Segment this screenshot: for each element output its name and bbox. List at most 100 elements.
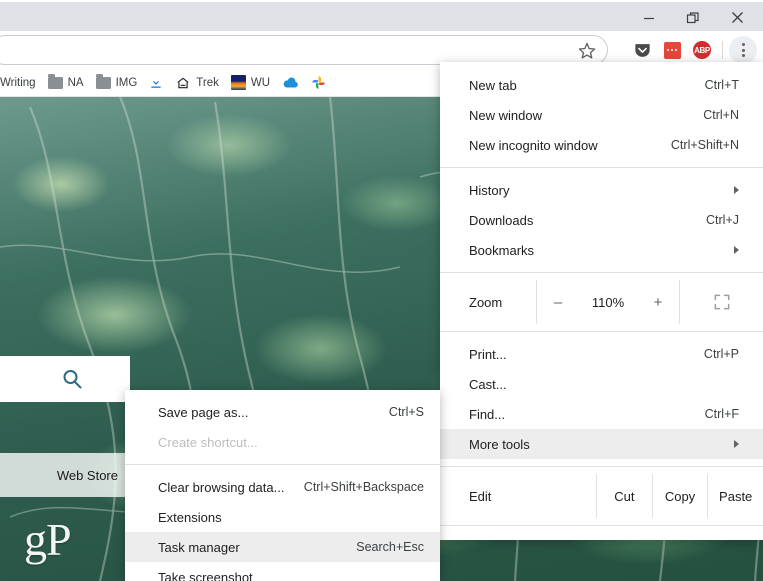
bookmark-label: Writing xyxy=(0,76,36,89)
submenu-item-save-page-as[interactable]: Save page as... Ctrl+S xyxy=(125,397,440,427)
bookmark-wu[interactable]: WU xyxy=(225,72,276,94)
menu-item-shortcut: Ctrl+P xyxy=(703,347,739,361)
zoom-in-button[interactable]: + xyxy=(638,294,678,311)
menu-item-label: Downloads xyxy=(469,212,534,228)
menu-item-label: Bookmarks xyxy=(469,242,535,258)
address-bar[interactable] xyxy=(0,35,608,65)
menu-item-new-tab[interactable]: New tab Ctrl+T xyxy=(440,70,763,100)
menu-item-shortcut: Ctrl+T xyxy=(704,78,739,92)
adblock-plus-label: ABP xyxy=(693,41,711,59)
chevron-right-icon xyxy=(734,246,739,254)
bookmark-label: Trek xyxy=(196,76,219,89)
submenu-item-label: Save page as... xyxy=(158,404,249,420)
menu-divider xyxy=(440,466,763,467)
edit-row: Edit Cut Copy Paste xyxy=(440,474,763,518)
menu-divider xyxy=(440,272,763,273)
restore-button[interactable] xyxy=(671,3,715,33)
menu-item-shortcut: Ctrl+J xyxy=(706,213,739,227)
menu-divider xyxy=(440,167,763,168)
bookmark-download[interactable] xyxy=(143,72,169,94)
web-store-label: Web Store xyxy=(56,467,118,483)
bookmark-label: WU xyxy=(250,76,271,89)
fullscreen-icon xyxy=(714,294,729,310)
bookmark-google-photos[interactable] xyxy=(305,72,332,94)
adblock-plus-icon[interactable]: ABP xyxy=(688,36,716,64)
zoom-out-button[interactable]: – xyxy=(538,294,578,311)
cut-button[interactable]: Cut xyxy=(596,474,652,518)
submenu-item-extensions[interactable]: Extensions xyxy=(125,502,440,532)
menu-item-label: New incognito window xyxy=(469,137,598,153)
chrome-main-menu: New tab Ctrl+T New window Ctrl+N New inc… xyxy=(440,62,763,540)
toolbar-divider xyxy=(722,41,723,59)
zoom-level-value: 110% xyxy=(591,294,625,310)
bookmark-folder-na[interactable]: NA xyxy=(42,72,90,94)
folder-icon xyxy=(47,74,63,89)
zoom-row: Zoom – 110% + xyxy=(440,280,763,324)
submenu-item-label: Take screenshot xyxy=(158,569,253,581)
submenu-item-label: Create shortcut... xyxy=(158,434,258,450)
menu-item-shortcut: Ctrl+N xyxy=(703,108,739,122)
submenu-item-label: Clear browsing data... xyxy=(158,479,285,495)
menu-item-new-window[interactable]: New window Ctrl+N xyxy=(440,100,763,130)
menu-item-new-incognito-window[interactable]: New incognito window Ctrl+Shift+N xyxy=(440,130,763,160)
menu-item-shortcut: Ctrl+F xyxy=(704,407,739,421)
submenu-item-label: Task manager xyxy=(158,539,240,555)
zoom-label: Zoom xyxy=(469,294,503,310)
close-button[interactable] xyxy=(715,3,759,33)
submenu-item-shortcut: Ctrl+Shift+Backspace xyxy=(303,480,424,494)
menu-item-print[interactable]: Print... Ctrl+P xyxy=(440,339,763,369)
menu-item-history[interactable]: History xyxy=(440,175,763,205)
red-extension-icon[interactable] xyxy=(658,36,686,64)
browser-window: ABP Writing NA IMG Trek WU Web Store gP … xyxy=(0,0,763,581)
house-icon xyxy=(177,77,189,88)
menu-item-label: More tools xyxy=(469,436,530,452)
bookmark-star-icon[interactable] xyxy=(577,41,597,61)
menu-item-label: Print... xyxy=(469,346,507,362)
submenu-item-create-shortcut: Create shortcut... xyxy=(125,427,440,457)
search-box[interactable] xyxy=(0,356,130,402)
paste-button[interactable]: Paste xyxy=(707,474,763,518)
menu-item-cast[interactable]: Cast... xyxy=(440,369,763,399)
onedrive-cloud-icon xyxy=(283,77,298,88)
chevron-right-icon xyxy=(734,440,739,448)
menu-item-more-tools[interactable]: More tools xyxy=(440,429,763,459)
menu-item-find[interactable]: Find... Ctrl+F xyxy=(440,399,763,429)
bookmark-label: NA xyxy=(67,76,84,89)
menu-item-settings[interactable]: Settings xyxy=(440,533,763,540)
menu-item-label: New tab xyxy=(469,77,517,93)
submenu-item-clear-browsing-data[interactable]: Clear browsing data... Ctrl+Shift+Backsp… xyxy=(125,472,440,502)
fullscreen-button[interactable] xyxy=(679,280,763,324)
bookmark-onedrive[interactable] xyxy=(276,72,305,94)
copy-button[interactable]: Copy xyxy=(651,474,708,518)
menu-item-label: History xyxy=(469,182,510,198)
folder-icon xyxy=(95,74,111,89)
groovypost-watermark: gP xyxy=(24,514,72,565)
download-icon xyxy=(151,77,161,88)
chevron-right-icon xyxy=(734,186,739,194)
menu-divider xyxy=(440,525,763,526)
zoom-controls: – 110% + xyxy=(536,280,679,324)
bookmark-writing[interactable]: Writing xyxy=(0,72,42,94)
submenu-item-task-manager[interactable]: Task manager Search+Esc xyxy=(125,532,440,562)
weather-underground-icon xyxy=(230,75,246,90)
submenu-item-shortcut: Ctrl+S xyxy=(388,405,424,419)
bookmark-folder-img[interactable]: IMG xyxy=(90,72,144,94)
pocket-icon[interactable] xyxy=(628,36,656,64)
menu-divider xyxy=(440,331,763,332)
menu-item-shortcut: Ctrl+Shift+N xyxy=(670,138,739,152)
menu-item-label: Find... xyxy=(469,406,506,422)
menu-item-label: New window xyxy=(469,107,542,123)
search-icon xyxy=(63,370,82,389)
bookmark-trek[interactable]: Trek xyxy=(169,72,225,94)
menu-item-bookmarks[interactable]: Bookmarks xyxy=(440,235,763,265)
web-store-shortcut[interactable]: Web Store xyxy=(0,453,130,497)
submenu-item-take-screenshot[interactable]: Take screenshot xyxy=(125,562,440,581)
submenu-item-label: Extensions xyxy=(158,509,222,525)
minimize-button[interactable] xyxy=(627,3,671,33)
title-bar xyxy=(0,0,763,31)
chrome-menu-button[interactable] xyxy=(729,36,757,64)
menu-item-downloads[interactable]: Downloads Ctrl+J xyxy=(440,205,763,235)
edit-label: Edit xyxy=(469,488,492,504)
menu-item-label: Cast... xyxy=(469,376,507,392)
window-controls xyxy=(627,2,759,33)
